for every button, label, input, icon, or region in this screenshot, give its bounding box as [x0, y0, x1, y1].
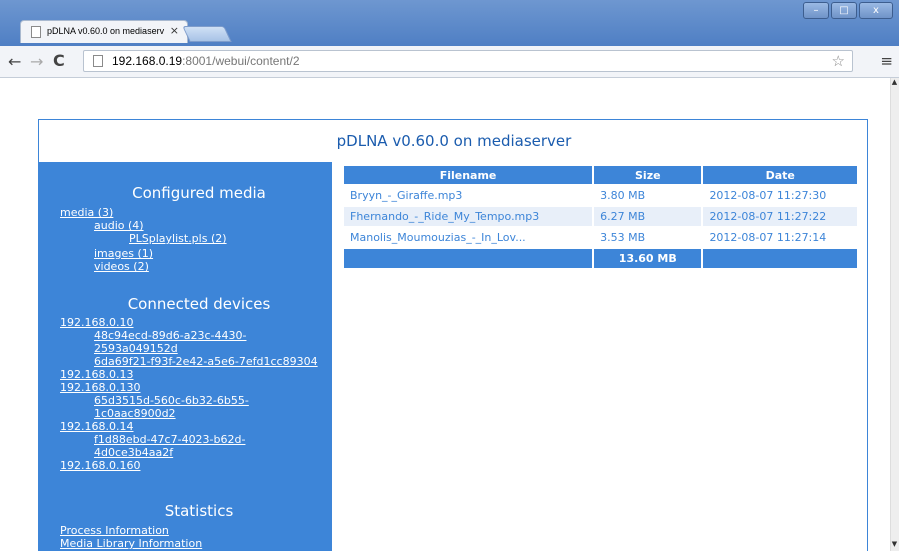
date-header: Date [701, 164, 859, 186]
page-container: pDLNA v0.60.0 on mediaserver Configured … [38, 119, 868, 551]
back-arrow-icon[interactable]: ← [8, 52, 21, 71]
scroll-up-arrow-icon[interactable]: ▲ [890, 78, 899, 88]
close-window-button[interactable]: x [859, 2, 893, 19]
page-title: pDLNA v0.60.0 on mediaserver [336, 132, 572, 150]
total-row: 13.60 MB [341, 247, 859, 270]
filename-cell[interactable]: Bryyn_-_Giraffe.mp3 [341, 184, 595, 207]
media-library-information-link[interactable]: Media Library Information [60, 537, 202, 550]
minimize-button[interactable]: – [803, 2, 829, 19]
device-uuid-link[interactable]: 1c0aac8900d2 [94, 407, 176, 420]
close-icon[interactable]: × [170, 24, 179, 37]
filename-cell[interactable]: Fhernando_-_Ride_My_Tempo.mp3 [341, 205, 595, 228]
device-ip-link[interactable]: 192.168.0.160 [60, 459, 140, 472]
size-cell: 3.80 MB [592, 184, 704, 207]
date-cell: 2012-08-07 11:27:22 [701, 205, 859, 228]
size-cell: 3.53 MB [592, 226, 704, 249]
address-bar[interactable]: 192.168.0.19:8001/webui/content/2 ☆ [83, 50, 853, 72]
images-link[interactable]: images (1) [94, 247, 153, 260]
process-information-link[interactable]: Process Information [60, 524, 169, 537]
url-path: :8001/webui/content/2 [182, 54, 300, 68]
new-tab-button[interactable] [182, 26, 232, 42]
audio-link[interactable]: audio (4) [94, 219, 144, 232]
size-cell: 6.27 MB [592, 205, 704, 228]
table-row[interactable]: Manolis_Moumouzias_-_In_Lov... 3.53 MB 2… [341, 226, 859, 249]
videos-link[interactable]: videos (2) [94, 260, 149, 273]
device-ip-link[interactable]: 192.168.0.10 [60, 316, 133, 329]
window-controls: – □ x [801, 2, 893, 19]
browser-toolbar: ← → C 192.168.0.19:8001/webui/content/2 … [0, 46, 899, 78]
reload-icon[interactable]: C [53, 51, 65, 70]
url-text[interactable]: 192.168.0.19:8001/webui/content/2 [112, 54, 300, 68]
device-uuid-link[interactable]: 48c94ecd-89d6-a23c-4430- [94, 329, 246, 342]
total-size-cell: 13.60 MB [592, 247, 704, 270]
playlist-link[interactable]: PLSplaylist.pls (2) [129, 232, 227, 245]
total-filename-cell [341, 247, 595, 270]
browser-tab[interactable]: pDLNA v0.60.0 on mediaserv × [20, 20, 188, 43]
connected-devices-heading: Connected devices [127, 295, 271, 313]
device-ip-link[interactable]: 192.168.0.13 [60, 368, 133, 381]
table-header-row: Filename Size Date [341, 164, 859, 186]
device-ip-link[interactable]: 192.168.0.14 [60, 420, 133, 433]
url-host: 192.168.0.19 [112, 54, 183, 68]
star-icon[interactable]: ☆ [832, 52, 845, 70]
menu-icon[interactable]: ≡ [880, 52, 893, 70]
files-table: Filename Size Date Bryyn_-_Giraffe.mp3 3… [341, 164, 859, 270]
page-icon [93, 55, 103, 67]
tab-title: pDLNA v0.60.0 on mediaserv [47, 26, 165, 36]
forward-arrow-icon[interactable]: → [30, 52, 43, 71]
device-uuid-link[interactable]: 65d3515d-560c-6b32-6b55- [94, 394, 249, 407]
configured-media-heading: Configured media [132, 184, 266, 202]
size-header: Size [592, 164, 704, 186]
table-row[interactable]: Fhernando_-_Ride_My_Tempo.mp3 6.27 MB 20… [341, 205, 859, 228]
date-cell: 2012-08-07 11:27:14 [701, 226, 859, 249]
total-date-cell [701, 247, 859, 270]
page-icon [31, 26, 41, 38]
filename-cell[interactable]: Manolis_Moumouzias_-_In_Lov... [341, 226, 595, 249]
sidebar: Configured media media (3) audio (4) PLS… [39, 162, 332, 551]
vertical-scrollbar[interactable] [890, 78, 899, 551]
scroll-down-arrow-icon[interactable]: ▼ [890, 540, 899, 550]
device-uuid-link[interactable]: 6da69f21-f93f-2e42-a5e6-7efd1cc89304 [94, 355, 318, 368]
maximize-button[interactable]: □ [831, 2, 857, 19]
statistics-heading: Statistics [164, 502, 234, 520]
device-uuid-link[interactable]: 4d0ce3b4aa2f [94, 446, 173, 459]
table-row[interactable]: Bryyn_-_Giraffe.mp3 3.80 MB 2012-08-07 1… [341, 184, 859, 207]
device-uuid-link[interactable]: f1d88ebd-47c7-4023-b62d- [94, 433, 245, 446]
filename-header: Filename [341, 164, 595, 186]
date-cell: 2012-08-07 11:27:30 [701, 184, 859, 207]
device-ip-link[interactable]: 192.168.0.130 [60, 381, 140, 394]
media-link[interactable]: media (3) [60, 206, 113, 219]
window-titlebar: pDLNA v0.60.0 on mediaserv × – □ x [0, 0, 899, 46]
device-uuid-link[interactable]: 2593a049152d [94, 342, 178, 355]
